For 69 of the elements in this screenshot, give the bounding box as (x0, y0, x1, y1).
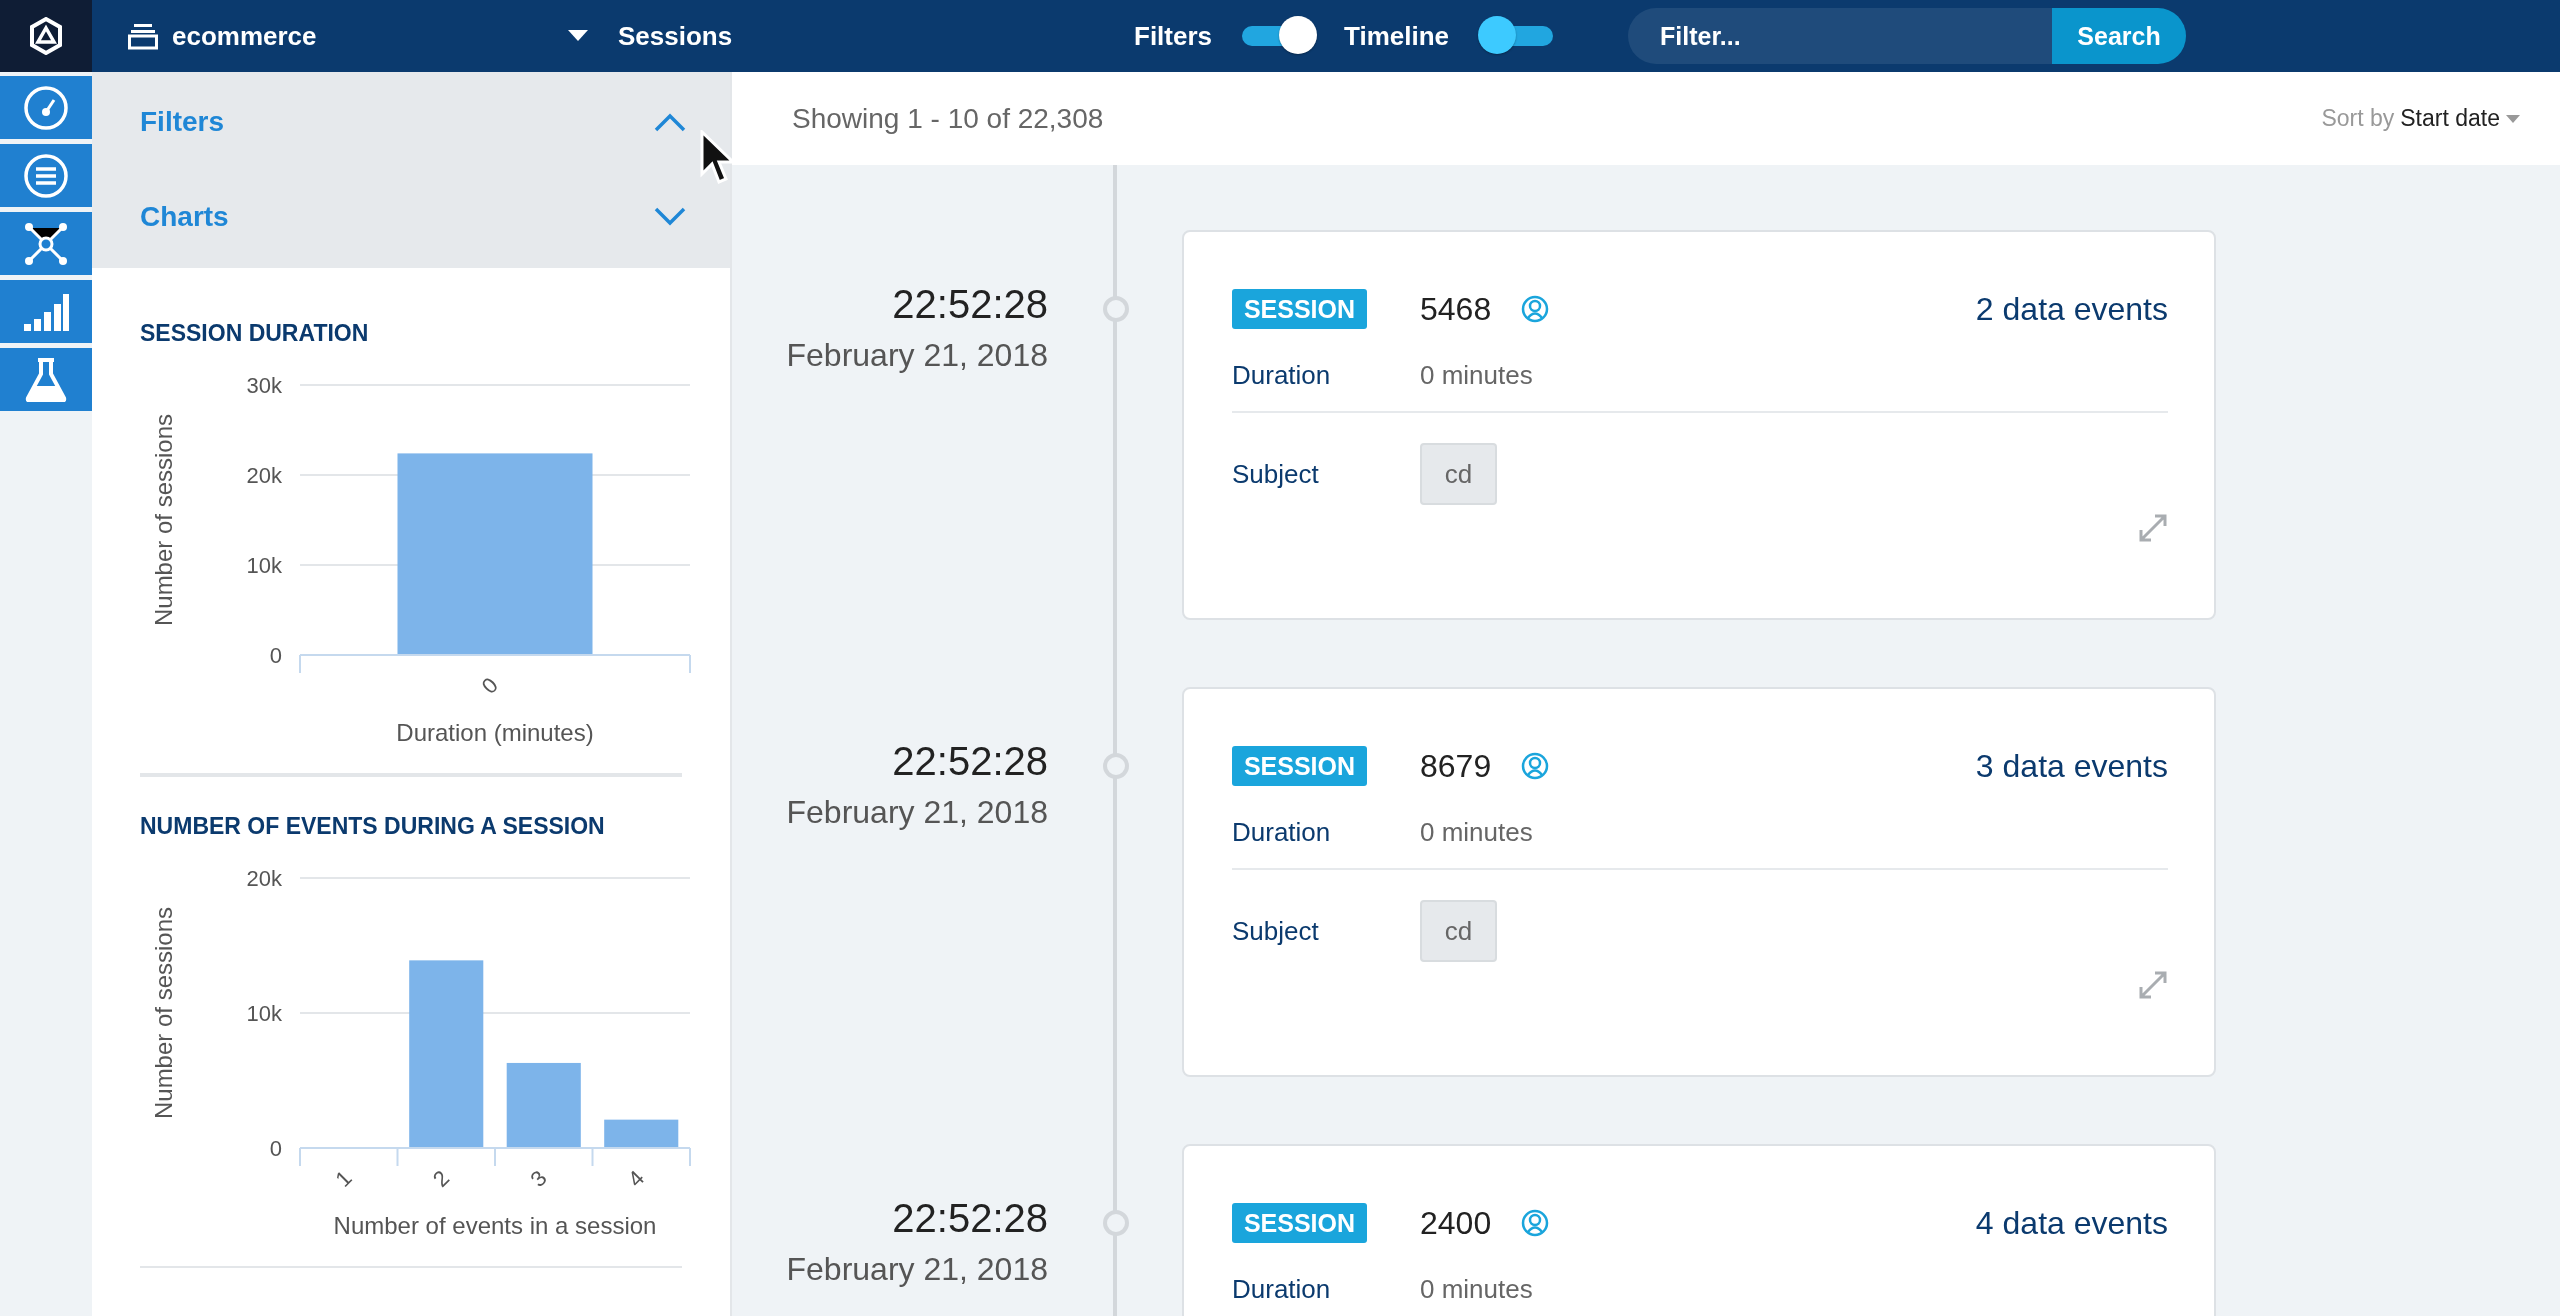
user-icon[interactable] (1521, 1209, 1550, 1237)
caret-icon[interactable] (568, 30, 588, 42)
session-badge: SESSION (1232, 289, 1367, 329)
list-icon[interactable] (0, 144, 92, 207)
session-id: 8679 (1420, 747, 1492, 785)
axis-tick-label: 2 (427, 1165, 455, 1192)
session-badge: SESSION (1232, 746, 1367, 786)
page-title: Sessions (618, 20, 734, 52)
axis-tick-label: 4 (622, 1165, 650, 1192)
timeline-dot (1103, 296, 1129, 322)
axis-tick-label: 1 (330, 1165, 357, 1192)
field-label: Duration (1232, 817, 1332, 848)
axis-tick-label: 3 (525, 1165, 552, 1192)
axis-tick-label: 10k (246, 1001, 282, 1026)
expand-icon[interactable] (2138, 970, 2168, 1000)
timeline-dot (1103, 1210, 1129, 1236)
subject-tag: cd (1420, 443, 1497, 505)
axis-tick-label: 0 (476, 672, 503, 699)
axis-tick-label: 30k (246, 373, 282, 398)
axis-tick-label: 0 (269, 643, 282, 668)
field-value: 0 minutes (1420, 360, 1533, 391)
gauge-icon[interactable] (0, 76, 92, 139)
axis-tick-label: 20k (246, 866, 282, 891)
flask-icon[interactable] (0, 348, 92, 411)
axis-tick-label: 10k (246, 553, 282, 578)
data-events-link[interactable]: 2 data events (1975, 290, 2168, 328)
project-name[interactable]: ecommerce (172, 20, 554, 52)
data-events-link[interactable]: 4 data events (1975, 1204, 2168, 1242)
field-value: 0 minutes (1420, 817, 1533, 848)
timeline-dot (1103, 753, 1129, 779)
toggle-label: Filters (1134, 20, 1213, 52)
y-axis-title: Number of sessions (150, 906, 177, 1120)
axis-tick-label: 20k (246, 463, 282, 488)
session-date: February 21, 2018 (785, 794, 1048, 831)
x-axis-title: Number of events in a session (333, 1212, 657, 1239)
sort-dropdown[interactable]: Sort by Start date (2321, 105, 2520, 132)
user-icon[interactable] (1521, 752, 1550, 780)
chart-title: NUMBER OF EVENTS DURING A SESSION (140, 813, 606, 840)
subject-tag: cd (1420, 900, 1497, 962)
field-label: Subject (1232, 458, 1320, 490)
field-label: Duration (1232, 1274, 1332, 1305)
session-date: February 21, 2018 (785, 337, 1048, 374)
chevron-up-icon[interactable] (654, 111, 686, 132)
axis-tick-label: 0 (269, 1136, 282, 1161)
session-time: 22:52:28 (891, 282, 1048, 327)
session-time: 22:52:28 (891, 1196, 1048, 1241)
database-icon (128, 22, 158, 50)
field-label: Duration (1232, 360, 1332, 391)
field-label: Subject (1232, 915, 1320, 947)
search-field[interactable]: Filter... (1628, 8, 2052, 64)
chevron-down-icon[interactable] (654, 206, 686, 227)
caret-icon (2506, 114, 2520, 123)
toggle-label: Timeline (1344, 20, 1450, 52)
session-id: 5468 (1420, 290, 1492, 328)
session-date: February 21, 2018 (785, 1251, 1048, 1288)
network-icon[interactable] (0, 212, 92, 275)
y-axis-title: Number of sessions (150, 413, 177, 627)
results-summary: Showing 1 - 10 of 22,308 (792, 102, 1104, 135)
chart-title: SESSION DURATION (140, 320, 370, 347)
data-events-link[interactable]: 3 data events (1975, 747, 2168, 785)
session-badge: SESSION (1232, 1203, 1367, 1243)
session-time: 22:52:28 (891, 739, 1048, 784)
logo-icon[interactable] (0, 0, 92, 72)
x-axis-title: Duration (minutes) (396, 719, 594, 746)
session-id: 2400 (1420, 1204, 1492, 1242)
field-value: 0 minutes (1420, 1274, 1533, 1305)
expand-icon[interactable] (2138, 513, 2168, 543)
user-icon[interactable] (1521, 295, 1550, 323)
bar-chart-icon[interactable] (0, 280, 92, 343)
